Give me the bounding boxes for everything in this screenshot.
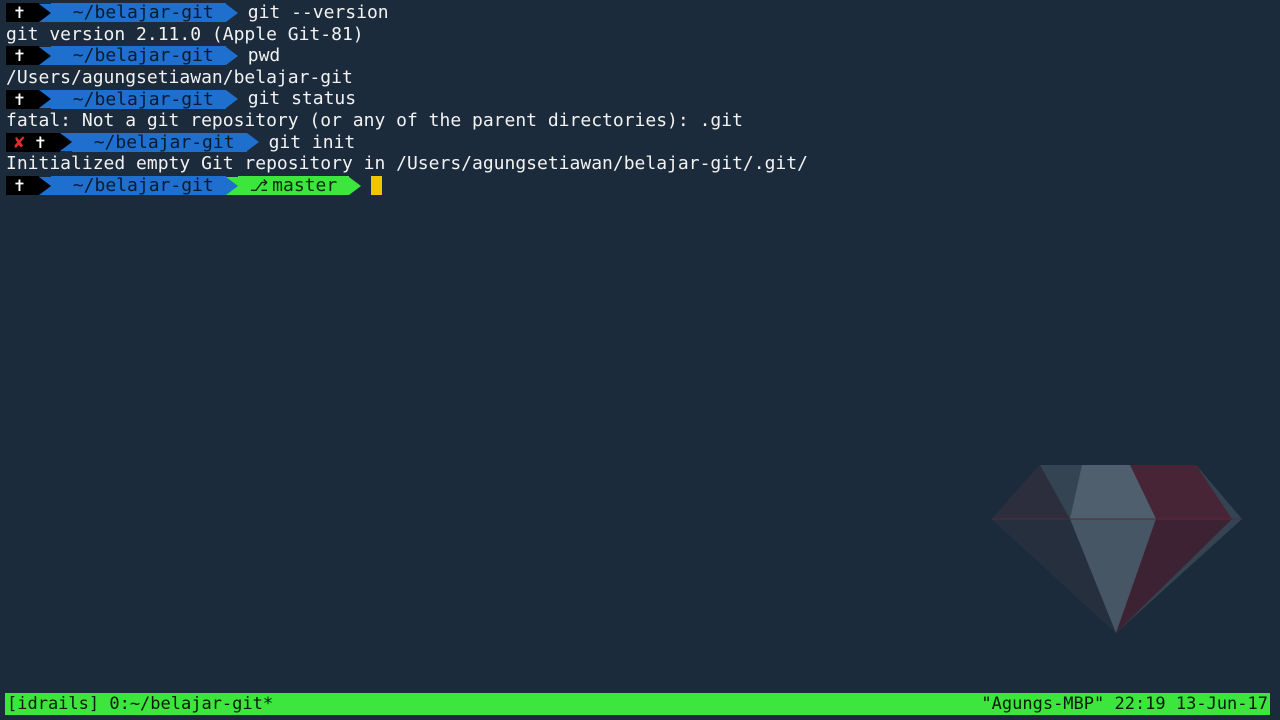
powerline-separator xyxy=(38,90,51,109)
output-text: Initialized empty Git repository in /Use… xyxy=(6,153,808,175)
powerline-separator xyxy=(225,90,238,109)
powerline-separator xyxy=(38,3,51,22)
tmux-session-window: [idrails] 0:~/belajar-git* xyxy=(7,694,274,714)
tmux-status-bar: [idrails] 0:~/belajar-git* "Agungs-MBP" … xyxy=(5,693,1270,715)
prompt-line: ✝ ~/belajar-git ⎇ master xyxy=(6,175,1274,197)
prompt-branch-segment: ⎇ master xyxy=(237,175,350,197)
prompt-directory-segment: ~/belajar-git xyxy=(50,3,226,23)
error-icon: ✘ xyxy=(14,131,25,153)
cross-icon: ✝ xyxy=(34,131,46,153)
prompt-status-segment: ✘ ✝ xyxy=(6,131,60,153)
git-branch-icon: ⎇ xyxy=(249,176,269,196)
powerline-separator xyxy=(59,133,72,152)
powerline-separator xyxy=(38,46,51,65)
prompt-line: ✝ ~/belajar-git git status xyxy=(6,88,1274,110)
prompt-directory-segment: ~/belajar-git xyxy=(50,46,226,66)
terminal-window[interactable]: ✝ ~/belajar-git git --version git version 2… xyxy=(6,2,1274,196)
command-text: git init xyxy=(268,131,356,153)
cross-icon: ✝ xyxy=(14,45,25,67)
cross-icon: ✝ xyxy=(14,2,25,24)
output-line: Initialized empty Git repository in /Use… xyxy=(6,153,1274,175)
powerline-separator xyxy=(246,133,259,152)
command-text: git status xyxy=(247,88,357,110)
output-line: git version 2.11.0 (Apple Git-81) xyxy=(6,24,1274,46)
output-line: /Users/agungsetiawan/belajar-git xyxy=(6,67,1274,89)
prompt-line: ✝ ~/belajar-git git --version xyxy=(6,2,1274,24)
powerline-separator xyxy=(225,46,238,65)
output-text: git version 2.11.0 (Apple Git-81) xyxy=(6,23,364,45)
output-line: fatal: Not a git repository (or any of t… xyxy=(6,110,1274,132)
cross-icon: ✝ xyxy=(14,175,25,197)
prompt-status-segment: ✝ xyxy=(6,2,39,24)
command-text: git --version xyxy=(247,2,389,23)
prompt-status-segment: ✝ xyxy=(6,45,39,67)
powerline-separator xyxy=(349,176,362,195)
prompt-directory-segment: ~/belajar-git xyxy=(71,132,247,152)
prompt-status-segment: ✝ xyxy=(6,175,39,197)
prompt-line: ✝ ~/belajar-git pwd xyxy=(6,45,1274,67)
text-cursor[interactable] xyxy=(371,176,383,196)
powerline-separator xyxy=(225,3,238,22)
output-text: /Users/agungsetiawan/belajar-git xyxy=(6,66,353,88)
prompt-line: ✘ ✝ ~/belajar-git git init xyxy=(6,132,1274,154)
prompt-status-segment: ✝ xyxy=(6,88,39,110)
ruby-gem-logo xyxy=(992,465,1242,633)
prompt-directory-segment: ~/belajar-git xyxy=(50,89,226,109)
powerline-separator xyxy=(225,176,238,195)
prompt-directory-segment: ~/belajar-git xyxy=(50,176,226,196)
tmux-host-clock: "Agungs-MBP" 22:19 13-Jun-17 xyxy=(981,694,1268,714)
cross-icon: ✝ xyxy=(14,88,25,110)
powerline-separator xyxy=(38,176,51,195)
output-text: fatal: Not a git repository (or any of t… xyxy=(6,109,743,131)
command-text: pwd xyxy=(247,45,281,67)
branch-name: master xyxy=(272,175,338,197)
